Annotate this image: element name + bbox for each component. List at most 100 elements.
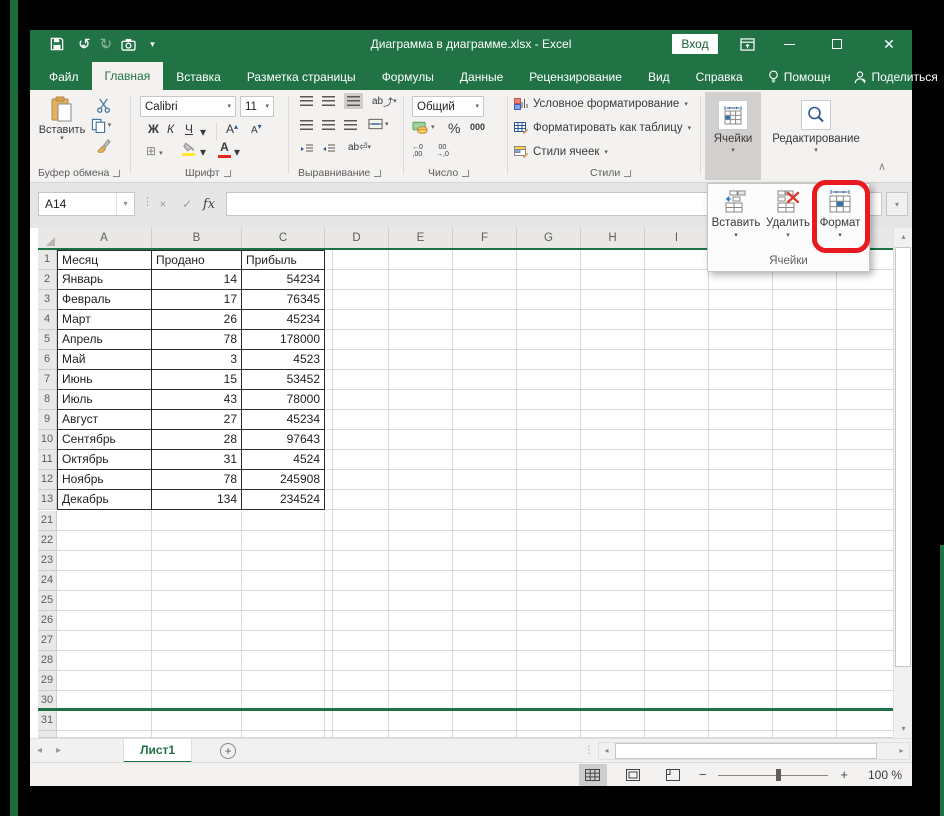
row-header[interactable]: 2 [38,270,57,290]
column-header[interactable]: D [325,228,389,248]
row-header[interactable]: 27 [38,631,57,651]
cell[interactable]: 27 [152,410,242,430]
orientation-icon[interactable]: ab⤴▾ [372,94,397,109]
decrease-decimal-icon[interactable]: 00→,0 [436,144,449,158]
accounting-format-icon[interactable]: ▾ [412,120,435,134]
sign-in-button[interactable]: Вход [672,34,718,54]
cut-icon[interactable] [92,96,114,114]
cell[interactable]: Май [57,350,152,370]
maximize-button[interactable] [820,30,854,58]
cell[interactable]: 76345 [242,290,325,310]
cell[interactable] [57,731,152,738]
row-fill[interactable] [325,270,893,290]
cell[interactable] [242,611,325,631]
row-header[interactable]: 3 [38,290,57,310]
row-header[interactable]: 28 [38,651,57,671]
cell[interactable] [152,571,242,591]
cell[interactable]: 234524 [242,490,325,510]
dialog-launcher-icon[interactable] [113,170,120,177]
cell[interactable] [57,651,152,671]
cell[interactable]: 31 [152,450,242,470]
row-fill[interactable] [325,290,893,310]
cell[interactable] [242,671,325,691]
cell[interactable]: 78 [152,330,242,350]
cell[interactable] [57,511,152,531]
borders-button[interactable]: ⊞▾ [146,144,163,158]
cell[interactable]: 4523 [242,350,325,370]
cell[interactable]: 43 [152,390,242,410]
row-header[interactable]: 9 [38,410,57,430]
cells-group-button[interactable]: Ячейки ▾ [705,92,761,180]
row-header[interactable]: 10 [38,430,57,450]
row-header[interactable]: 8 [38,390,57,410]
row-fill[interactable] [325,571,893,591]
font-color-button[interactable]: А [218,140,231,158]
delete-cells-button[interactable]: Удалить▾ [762,187,814,249]
italic-button[interactable]: К [167,122,174,136]
merge-center-icon[interactable]: ▾ [368,118,389,130]
zoom-in-icon[interactable]: + [840,767,848,782]
cell[interactable]: Март [57,310,152,330]
tab-file[interactable]: Файл [36,64,92,90]
scroll-down-icon[interactable]: ▾ [894,720,913,738]
cell[interactable] [242,631,325,651]
cell[interactable]: 53452 [242,370,325,390]
row-fill[interactable] [325,330,893,350]
cell[interactable]: Месяц [57,250,152,270]
row-fill[interactable] [325,470,893,490]
row-header[interactable]: 4 [38,310,57,330]
cell[interactable] [57,551,152,571]
column-header[interactable]: A [57,228,152,248]
cell[interactable] [57,531,152,551]
cell[interactable] [57,631,152,651]
cell[interactable]: Июнь [57,370,152,390]
cell[interactable]: Прибыль [242,250,325,270]
camera-icon[interactable] [121,38,136,51]
cell[interactable] [152,551,242,571]
page-layout-view-icon[interactable] [619,764,647,786]
cell[interactable]: 15 [152,370,242,390]
row-fill[interactable] [325,711,893,731]
tab-insert[interactable]: Вставка [163,64,234,90]
align-right-icon[interactable] [344,120,357,130]
cell[interactable] [242,731,325,738]
cell-styles-button[interactable]: Стили ячеек▾ [514,146,608,158]
tab-formulas[interactable]: Формулы [369,64,447,90]
row-fill[interactable] [325,551,893,571]
zoom-level[interactable]: 100 % [860,768,902,782]
row-header[interactable]: 1 [38,250,57,270]
cell[interactable]: 45234 [242,410,325,430]
paste-button[interactable]: Вставить▾ [40,96,84,141]
number-format-combo[interactable]: Общий▾ [412,96,484,117]
cell[interactable]: 26 [152,310,242,330]
editing-group-button[interactable]: Редактирование ▾ [766,92,866,180]
cell[interactable] [242,531,325,551]
cell[interactable]: 4524 [242,450,325,470]
cell[interactable] [152,631,242,651]
horizontal-scroll-thumb[interactable] [615,743,877,759]
dialog-launcher-icon[interactable] [462,170,469,177]
cell[interactable]: 78000 [242,390,325,410]
cell[interactable] [242,551,325,571]
percent-style-button[interactable]: % [448,120,460,136]
cell[interactable]: 3 [152,350,242,370]
cell[interactable] [152,531,242,551]
row-header[interactable]: 26 [38,611,57,631]
sheet-nav-right-icon[interactable]: ▸ [49,745,68,756]
cell[interactable]: Сентябрь [57,430,152,450]
cell[interactable] [152,711,242,731]
cell[interactable]: 28 [152,430,242,450]
cell[interactable]: Январь [57,270,152,290]
vertical-scrollbar[interactable]: ▴ ▾ [893,228,912,738]
column-header[interactable]: G [517,228,581,248]
cell[interactable] [242,591,325,611]
format-painter-icon[interactable] [92,136,114,154]
tab-help[interactable]: Справка [683,64,756,90]
row-fill[interactable] [325,450,893,470]
dialog-launcher-icon[interactable] [374,170,381,177]
close-button[interactable]: ✕ [872,30,906,58]
cell[interactable] [152,611,242,631]
add-sheet-icon[interactable]: + [220,743,236,759]
minimize-button[interactable] [772,30,806,58]
row-fill[interactable] [325,731,893,738]
